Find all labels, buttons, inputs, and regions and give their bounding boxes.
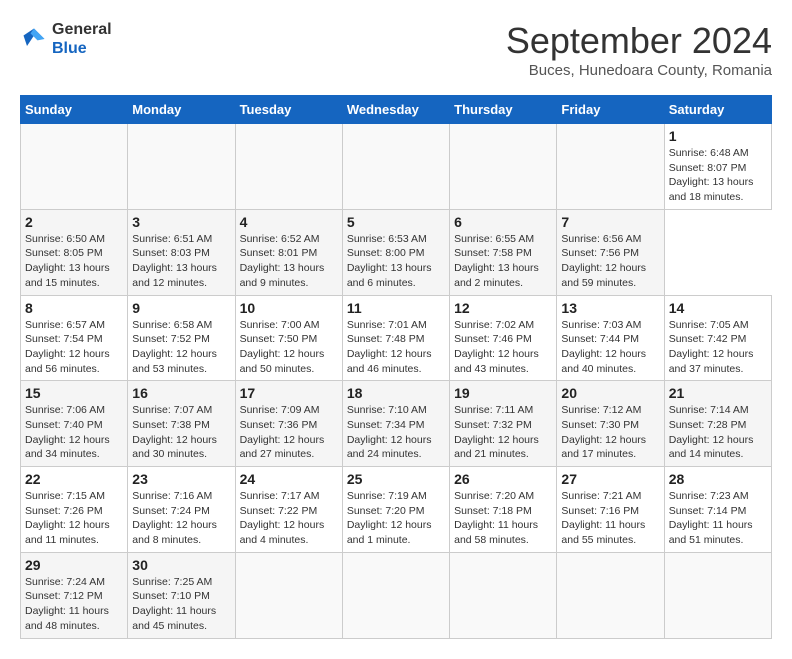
calendar-empty-cell <box>450 124 557 210</box>
calendar-day-cell: 28Sunrise: 7:23 AM Sunset: 7:14 PM Dayli… <box>664 467 771 553</box>
calendar-day-cell: 14Sunrise: 7:05 AM Sunset: 7:42 PM Dayli… <box>664 295 771 381</box>
calendar-day-cell: 25Sunrise: 7:19 AM Sunset: 7:20 PM Dayli… <box>342 467 449 553</box>
calendar-header-row: SundayMondayTuesdayWednesdayThursdayFrid… <box>21 96 772 124</box>
calendar-day-cell: 24Sunrise: 7:17 AM Sunset: 7:22 PM Dayli… <box>235 467 342 553</box>
logo-blue: Blue <box>52 40 87 57</box>
calendar-day-cell: 6Sunrise: 6:55 AM Sunset: 7:58 PM Daylig… <box>450 209 557 295</box>
calendar-day-cell: 9Sunrise: 6:58 AM Sunset: 7:52 PM Daylig… <box>128 295 235 381</box>
calendar-day-cell: 15Sunrise: 7:06 AM Sunset: 7:40 PM Dayli… <box>21 381 128 467</box>
calendar-day-cell: 3Sunrise: 6:51 AM Sunset: 8:03 PM Daylig… <box>128 209 235 295</box>
calendar-empty-cell <box>342 124 449 210</box>
calendar-empty-cell <box>235 552 342 638</box>
calendar-empty-cell <box>450 552 557 638</box>
logo-icon <box>20 25 48 53</box>
calendar-day-cell: 17Sunrise: 7:09 AM Sunset: 7:36 PM Dayli… <box>235 381 342 467</box>
calendar-week-row: 2Sunrise: 6:50 AM Sunset: 8:05 PM Daylig… <box>21 209 772 295</box>
calendar-day-cell: 21Sunrise: 7:14 AM Sunset: 7:28 PM Dayli… <box>664 381 771 467</box>
calendar-day-cell: 26Sunrise: 7:20 AM Sunset: 7:18 PM Dayli… <box>450 467 557 553</box>
calendar-week-row: 22Sunrise: 7:15 AM Sunset: 7:26 PM Dayli… <box>21 467 772 553</box>
calendar-week-row: 29Sunrise: 7:24 AM Sunset: 7:12 PM Dayli… <box>21 552 772 638</box>
calendar-empty-cell <box>235 124 342 210</box>
calendar-day-cell: 30Sunrise: 7:25 AM Sunset: 7:10 PM Dayli… <box>128 552 235 638</box>
calendar-day-cell: 16Sunrise: 7:07 AM Sunset: 7:38 PM Dayli… <box>128 381 235 467</box>
calendar-empty-cell <box>21 124 128 210</box>
calendar-week-row: 8Sunrise: 6:57 AM Sunset: 7:54 PM Daylig… <box>21 295 772 381</box>
calendar-header-thursday: Thursday <box>450 96 557 124</box>
calendar-header-tuesday: Tuesday <box>235 96 342 124</box>
calendar-day-cell: 27Sunrise: 7:21 AM Sunset: 7:16 PM Dayli… <box>557 467 664 553</box>
calendar-day-cell: 4Sunrise: 6:52 AM Sunset: 8:01 PM Daylig… <box>235 209 342 295</box>
calendar-day-cell: 2Sunrise: 6:50 AM Sunset: 8:05 PM Daylig… <box>21 209 128 295</box>
logo-general: General <box>52 21 112 38</box>
title-section: September 2024 Buces, Hunedoara County, … <box>506 20 772 79</box>
calendar-day-cell: 7Sunrise: 6:56 AM Sunset: 7:56 PM Daylig… <box>557 209 664 295</box>
calendar-day-cell: 1Sunrise: 6:48 AM Sunset: 8:07 PM Daylig… <box>664 124 771 210</box>
page-header: General Blue September 2024 Buces, Huned… <box>20 20 772 79</box>
logo-text: General Blue <box>52 20 112 58</box>
calendar-day-cell: 10Sunrise: 7:00 AM Sunset: 7:50 PM Dayli… <box>235 295 342 381</box>
calendar-empty-cell <box>128 124 235 210</box>
calendar-day-cell: 29Sunrise: 7:24 AM Sunset: 7:12 PM Dayli… <box>21 552 128 638</box>
calendar-day-cell: 19Sunrise: 7:11 AM Sunset: 7:32 PM Dayli… <box>450 381 557 467</box>
calendar-header-friday: Friday <box>557 96 664 124</box>
calendar-subtitle: Buces, Hunedoara County, Romania <box>506 62 772 79</box>
calendar-day-cell: 22Sunrise: 7:15 AM Sunset: 7:26 PM Dayli… <box>21 467 128 553</box>
calendar-day-cell: 12Sunrise: 7:02 AM Sunset: 7:46 PM Dayli… <box>450 295 557 381</box>
calendar-empty-cell <box>557 552 664 638</box>
calendar-day-cell: 5Sunrise: 6:53 AM Sunset: 8:00 PM Daylig… <box>342 209 449 295</box>
calendar-table: SundayMondayTuesdayWednesdayThursdayFrid… <box>20 95 772 639</box>
calendar-empty-cell <box>342 552 449 638</box>
calendar-week-row: 1Sunrise: 6:48 AM Sunset: 8:07 PM Daylig… <box>21 124 772 210</box>
calendar-empty-cell <box>557 124 664 210</box>
calendar-title: September 2024 <box>506 20 772 62</box>
calendar-empty-cell <box>664 552 771 638</box>
calendar-week-row: 15Sunrise: 7:06 AM Sunset: 7:40 PM Dayli… <box>21 381 772 467</box>
calendar-header-monday: Monday <box>128 96 235 124</box>
calendar-day-cell: 13Sunrise: 7:03 AM Sunset: 7:44 PM Dayli… <box>557 295 664 381</box>
calendar-day-cell: 11Sunrise: 7:01 AM Sunset: 7:48 PM Dayli… <box>342 295 449 381</box>
calendar-day-cell: 18Sunrise: 7:10 AM Sunset: 7:34 PM Dayli… <box>342 381 449 467</box>
calendar-header-wednesday: Wednesday <box>342 96 449 124</box>
logo: General Blue <box>20 20 112 58</box>
calendar-day-cell: 20Sunrise: 7:12 AM Sunset: 7:30 PM Dayli… <box>557 381 664 467</box>
calendar-day-cell: 23Sunrise: 7:16 AM Sunset: 7:24 PM Dayli… <box>128 467 235 553</box>
calendar-header-saturday: Saturday <box>664 96 771 124</box>
calendar-header-sunday: Sunday <box>21 96 128 124</box>
calendar-day-cell: 8Sunrise: 6:57 AM Sunset: 7:54 PM Daylig… <box>21 295 128 381</box>
